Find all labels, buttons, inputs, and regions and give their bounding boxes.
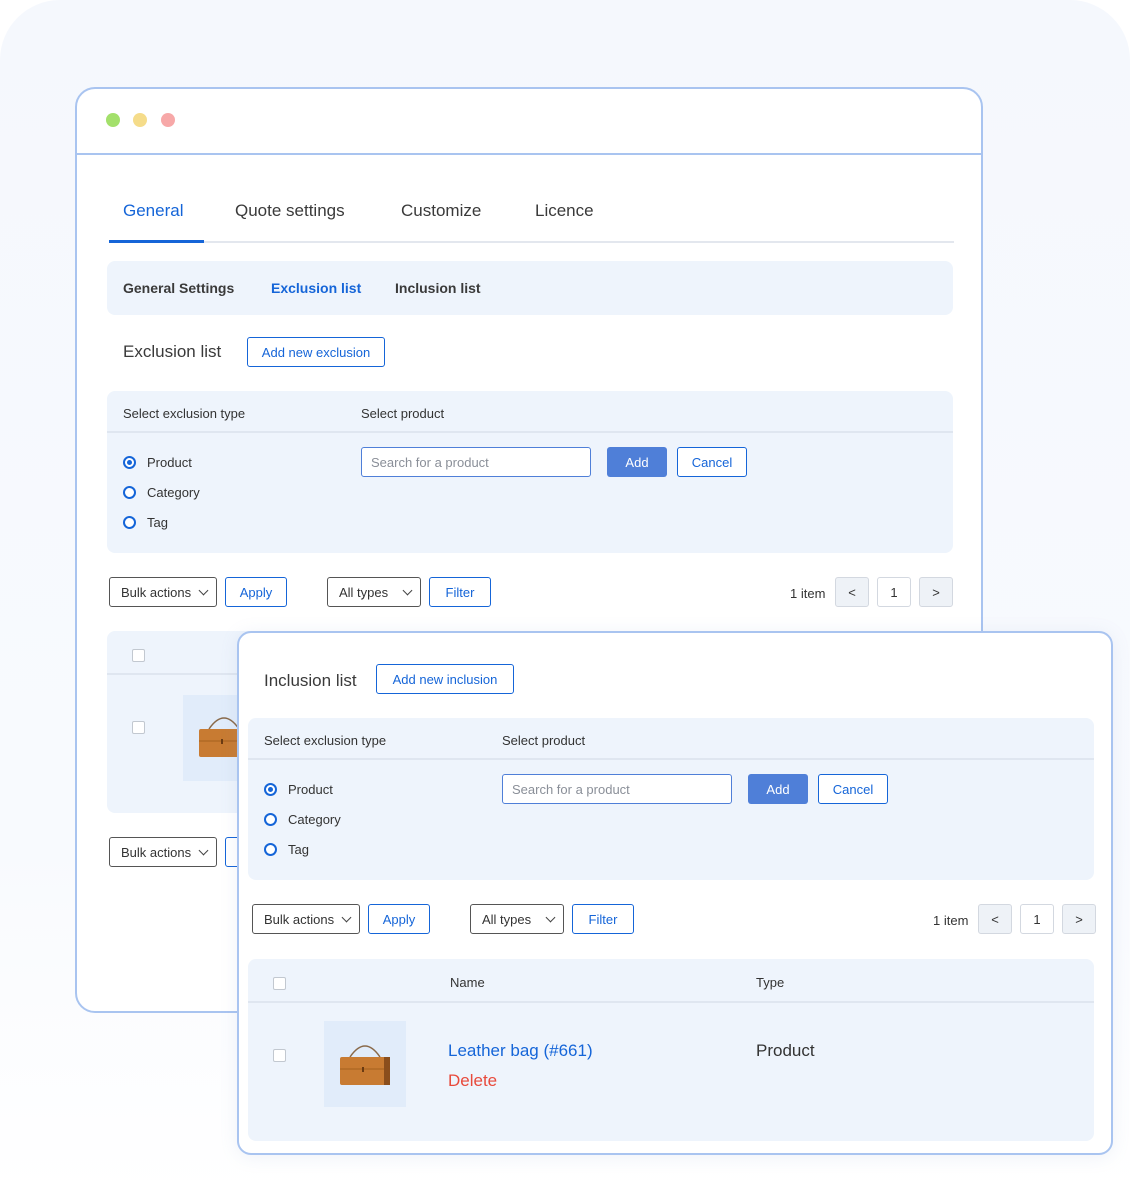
- exclusion-select-all-checkbox[interactable]: [132, 649, 145, 662]
- column-type-header: Type: [756, 975, 785, 990]
- add-new-inclusion-button[interactable]: Add new inclusion: [376, 664, 514, 694]
- subtab-exclusion-list[interactable]: Exclusion list: [271, 280, 361, 296]
- exclusion-filter-button[interactable]: Filter: [429, 577, 491, 607]
- inclusion-row-checkbox[interactable]: [273, 1049, 286, 1062]
- exclusion-product-label: Select product: [361, 406, 445, 421]
- inclusion-radio-tag-indicator[interactable]: [264, 843, 277, 856]
- inclusion-search-input[interactable]: [502, 774, 732, 804]
- radio-category-indicator[interactable]: [123, 486, 136, 499]
- exclusion-section-title: Exclusion list: [123, 342, 222, 361]
- exclusion-form: Select exclusion type Select product Pro…: [107, 391, 953, 553]
- subtab-general-settings[interactable]: General Settings: [123, 280, 234, 296]
- inclusion-card: Inclusion list Add new inclusion Select …: [237, 631, 1113, 1155]
- inclusion-bulk-actions-select[interactable]: Bulk actions: [252, 904, 360, 934]
- inclusion-bulk-actions-value: Bulk actions: [264, 911, 335, 927]
- window-titlebar: [77, 89, 981, 155]
- exclusion-cancel-button[interactable]: Cancel: [677, 447, 747, 477]
- radio-tag[interactable]: Tag: [123, 515, 168, 530]
- inclusion-radio-product[interactable]: Product: [264, 782, 333, 797]
- bottom-bulk-actions-value: Bulk actions: [121, 844, 192, 860]
- inclusion-apply-button[interactable]: Apply: [368, 904, 430, 934]
- inclusion-page-next[interactable]: >: [1062, 904, 1096, 934]
- exclusion-all-types-select[interactable]: All types: [327, 577, 421, 607]
- exclusion-page-current[interactable]: 1: [877, 577, 911, 607]
- all-types-value: All types: [339, 584, 389, 600]
- exclusion-page-next[interactable]: >: [919, 577, 953, 607]
- inclusion-table: Name Type Leather bag (#661) Delete Prod…: [248, 959, 1094, 1141]
- exclusion-search-input[interactable]: [361, 447, 591, 477]
- inclusion-cancel-button[interactable]: Cancel: [818, 774, 888, 804]
- exclusion-bottom-bulk-actions-select[interactable]: Bulk actions: [109, 837, 217, 867]
- window-close-dot[interactable]: [161, 113, 175, 127]
- radio-product-label: Product: [147, 455, 192, 470]
- main-tabs: General Quote settings Customize Licence: [109, 177, 954, 243]
- inclusion-radio-tag-label: Tag: [288, 842, 309, 857]
- subtab-inclusion-list[interactable]: Inclusion list: [395, 280, 481, 296]
- chevron-down-icon: [198, 845, 209, 856]
- inclusion-row-thumb: [324, 1021, 406, 1107]
- inclusion-type-label: Select exclusion type: [264, 733, 387, 748]
- radio-category-label: Category: [147, 485, 200, 500]
- chevron-down-icon: [402, 585, 413, 596]
- inclusion-all-types-select[interactable]: All types: [470, 904, 564, 934]
- add-new-exclusion-button[interactable]: Add new exclusion: [247, 337, 385, 367]
- tab-general[interactable]: General: [123, 201, 183, 221]
- subtabs-bar: General Settings Exclusion list Inclusio…: [107, 261, 953, 315]
- inclusion-radio-tag[interactable]: Tag: [264, 842, 309, 857]
- exclusion-row-checkbox[interactable]: [132, 721, 145, 734]
- exclusion-type-label: Select exclusion type: [123, 406, 246, 421]
- window-minimize-dot[interactable]: [133, 113, 147, 127]
- exclusion-add-button[interactable]: Add: [607, 447, 667, 477]
- leather-bag-icon: [340, 1045, 390, 1085]
- product-name-link[interactable]: Leather bag (#661): [448, 1041, 593, 1061]
- chevron-down-icon: [198, 585, 209, 596]
- exclusion-apply-button[interactable]: Apply: [225, 577, 287, 607]
- inclusion-product-label: Select product: [502, 733, 586, 748]
- radio-product[interactable]: Product: [123, 455, 192, 470]
- radio-tag-indicator[interactable]: [123, 516, 136, 529]
- tab-customize[interactable]: Customize: [401, 201, 481, 221]
- inclusion-select-all-checkbox[interactable]: [273, 977, 286, 990]
- column-name-header: Name: [450, 975, 485, 990]
- inclusion-add-button[interactable]: Add: [748, 774, 808, 804]
- window-maximize-dot[interactable]: [106, 113, 120, 127]
- exclusion-form-header: Select exclusion type Select product: [107, 391, 953, 433]
- product-type-cell: Product: [756, 1041, 815, 1060]
- inclusion-filter-button[interactable]: Filter: [572, 904, 634, 934]
- radio-product-indicator[interactable]: [123, 456, 136, 469]
- bulk-actions-value: Bulk actions: [121, 584, 192, 600]
- inclusion-table-header: Name Type: [248, 959, 1094, 1003]
- exclusion-item-count: 1 item: [790, 586, 826, 601]
- radio-tag-label: Tag: [147, 515, 168, 530]
- tab-quote-settings[interactable]: Quote settings: [235, 201, 345, 221]
- inclusion-page-prev[interactable]: <: [978, 904, 1012, 934]
- inclusion-radio-category[interactable]: Category: [264, 812, 341, 827]
- tab-licence[interactable]: Licence: [535, 201, 594, 221]
- chevron-down-icon: [341, 912, 352, 923]
- exclusion-page-prev[interactable]: <: [835, 577, 869, 607]
- inclusion-page-current[interactable]: 1: [1020, 904, 1054, 934]
- inclusion-radio-category-indicator[interactable]: [264, 813, 277, 826]
- inclusion-form: Select exclusion type Select product Pro…: [248, 718, 1094, 880]
- inclusion-form-header: Select exclusion type Select product: [248, 718, 1094, 760]
- delete-link[interactable]: Delete: [448, 1071, 497, 1091]
- inclusion-radio-product-label: Product: [288, 782, 333, 797]
- inclusion-radio-category-label: Category: [288, 812, 341, 827]
- radio-category[interactable]: Category: [123, 485, 200, 500]
- chevron-down-icon: [545, 912, 556, 923]
- inclusion-all-types-value: All types: [482, 911, 532, 927]
- inclusion-radio-product-indicator[interactable]: [264, 783, 277, 796]
- active-tab-indicator: [109, 240, 204, 243]
- inclusion-item-count: 1 item: [933, 913, 969, 928]
- exclusion-bulk-actions-select[interactable]: Bulk actions: [109, 577, 217, 607]
- inclusion-section-title: Inclusion list: [264, 671, 357, 690]
